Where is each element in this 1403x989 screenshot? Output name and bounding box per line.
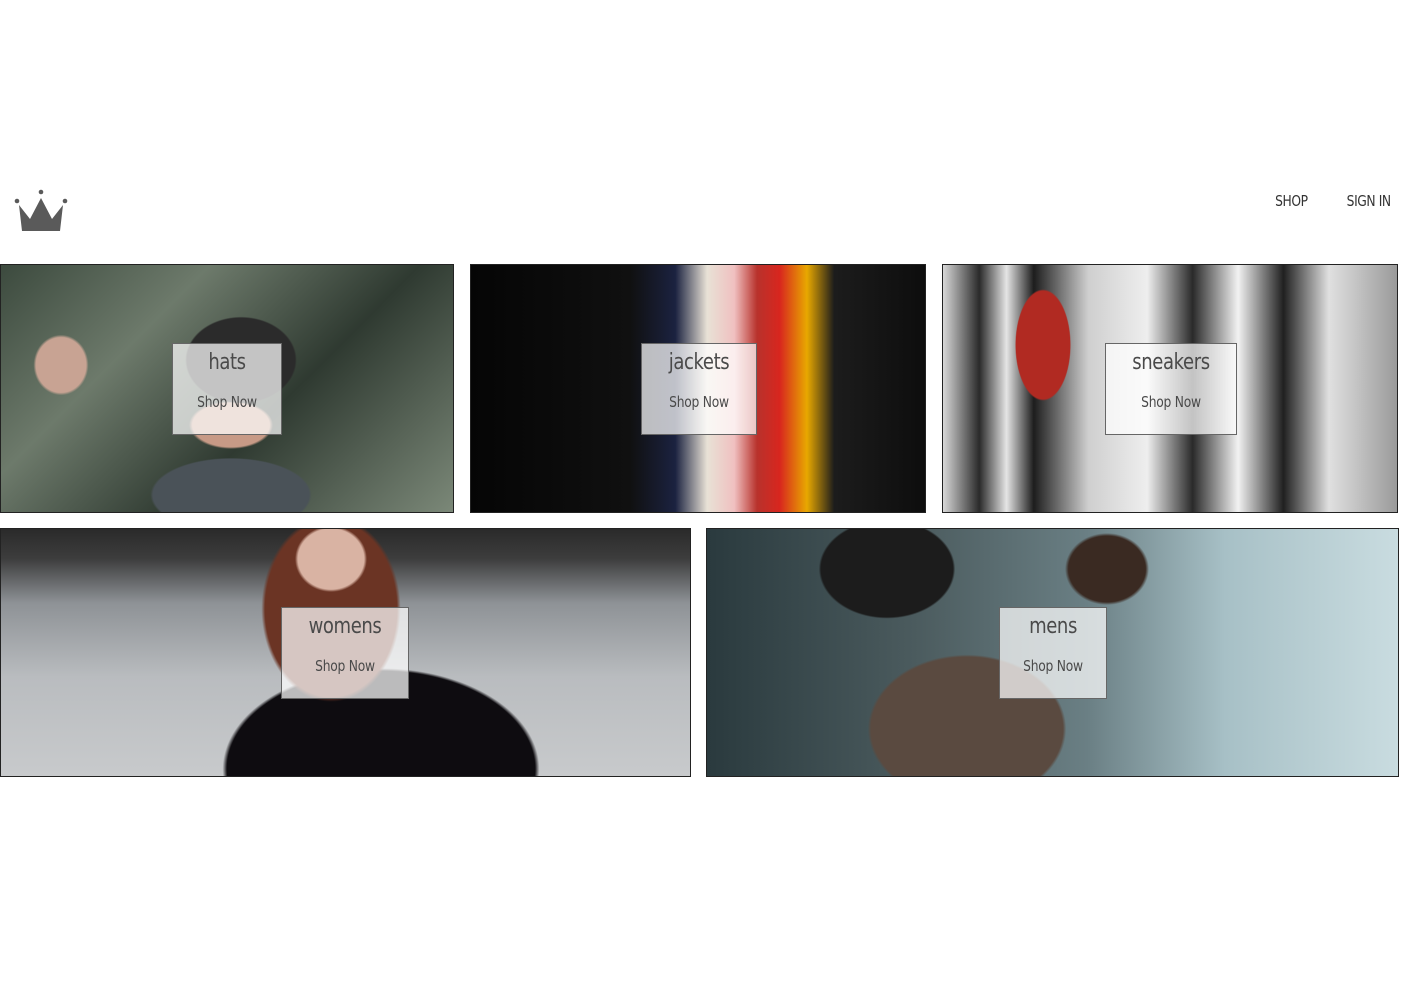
jackets-title: jackets bbox=[668, 350, 730, 375]
nav-shop-link[interactable]: SHOP bbox=[1275, 192, 1308, 210]
header: SHOP SIGN IN bbox=[0, 180, 1403, 250]
sneakers-shop-now[interactable]: Shop Now bbox=[1118, 393, 1225, 411]
mens-shop-now[interactable]: Shop Now bbox=[1010, 657, 1097, 675]
womens-overlay-card[interactable]: womens Shop Now bbox=[281, 607, 409, 699]
mens-title: mens bbox=[1029, 614, 1077, 639]
womens-title: womens bbox=[308, 614, 382, 639]
category-tile-hats[interactable]: hats Shop Now bbox=[0, 264, 454, 513]
sneakers-title: sneakers bbox=[1132, 350, 1210, 375]
hats-shop-now[interactable]: Shop Now bbox=[183, 393, 272, 411]
main-nav: SHOP SIGN IN bbox=[1268, 192, 1392, 210]
category-tile-womens[interactable]: womens Shop Now bbox=[0, 528, 691, 777]
sneakers-overlay-card[interactable]: sneakers Shop Now bbox=[1105, 343, 1237, 435]
category-tile-mens[interactable]: mens Shop Now bbox=[706, 528, 1399, 777]
category-tile-jackets[interactable]: jackets Shop Now bbox=[470, 264, 926, 513]
crown-logo-icon[interactable] bbox=[12, 188, 70, 234]
mens-overlay-card[interactable]: mens Shop Now bbox=[999, 607, 1107, 699]
jackets-overlay-card[interactable]: jackets Shop Now bbox=[641, 343, 757, 435]
womens-shop-now[interactable]: Shop Now bbox=[293, 657, 396, 675]
hats-title: hats bbox=[208, 350, 246, 375]
jackets-shop-now[interactable]: Shop Now bbox=[652, 393, 745, 411]
hats-overlay-card[interactable]: hats Shop Now bbox=[172, 343, 282, 435]
category-tile-sneakers[interactable]: sneakers Shop Now bbox=[942, 264, 1398, 513]
nav-signin-link[interactable]: SIGN IN bbox=[1347, 192, 1391, 210]
